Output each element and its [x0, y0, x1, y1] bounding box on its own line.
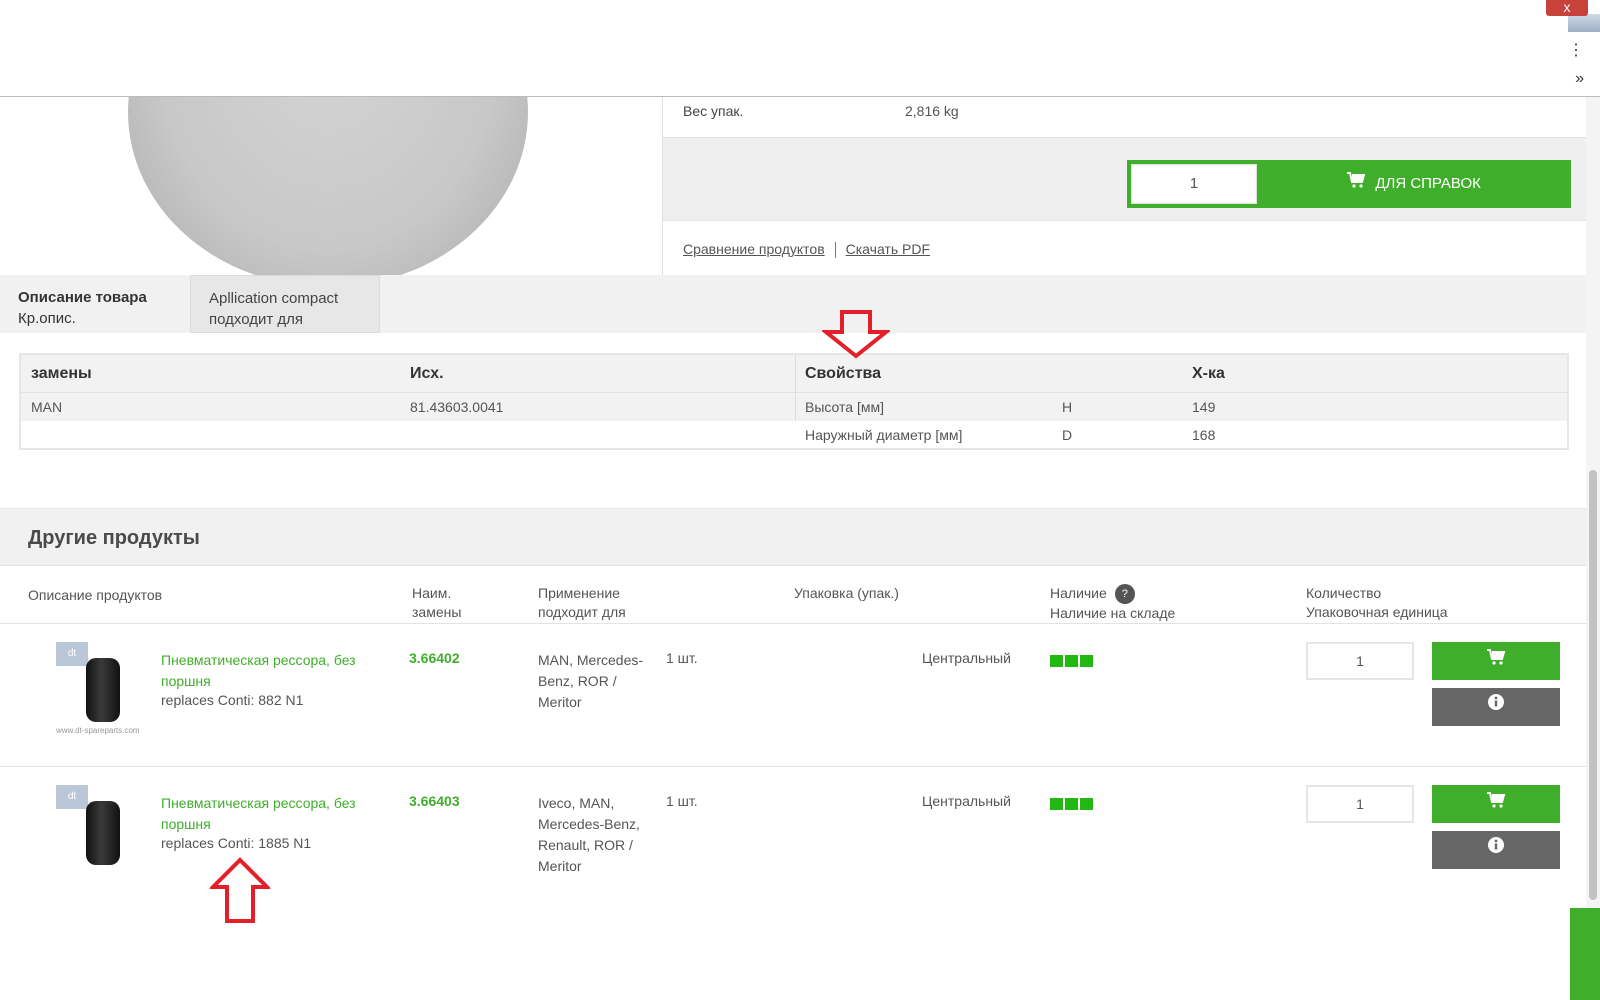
add-to-cart-label: ДЛЯ СПРАВОК — [1375, 175, 1481, 192]
add-to-cart-button[interactable]: ДЛЯ СПРАВОК — [1259, 162, 1569, 206]
product-number-link[interactable]: 3.66403 — [409, 793, 460, 809]
replacement-brand: MAN — [31, 399, 63, 415]
spec-table-header: замены Исх. Свойства Х-ка — [21, 355, 1567, 393]
column-number-line2: замены — [412, 604, 462, 620]
column-number-line1: Наим. — [412, 585, 452, 601]
cart-icon — [1347, 162, 1366, 206]
column-application: Применение подходит для — [538, 584, 626, 622]
stock-indicator — [1050, 797, 1095, 815]
info-icon — [1488, 694, 1504, 710]
replacement-number: 81.43603.0041 — [410, 399, 504, 415]
product-packaging: 1 шт. — [666, 793, 698, 809]
product-packaging: 1 шт. — [666, 650, 698, 666]
tab-application-subtitle: подходит для — [209, 311, 304, 328]
property-code: D — [1062, 427, 1073, 443]
column-divider — [795, 355, 796, 421]
air-spring-thumbnail — [86, 801, 120, 865]
header-properties: Свойства — [805, 364, 882, 382]
tab-application[interactable]: Apllication compact подходит для — [190, 275, 380, 333]
feedback-tab[interactable] — [1570, 908, 1600, 1000]
property-name: Наружный диаметр [мм] — [805, 427, 963, 443]
tab-application-title: Apllication compact — [209, 290, 339, 307]
air-spring-image — [128, 97, 528, 275]
product-thumbnail[interactable]: dt — [56, 781, 152, 881]
property-value: 149 — [1192, 399, 1216, 415]
product-replaces: replaces Conti: 882 N1 — [161, 692, 304, 708]
window-thumbnail — [1568, 14, 1600, 32]
add-to-cart-button[interactable] — [1432, 642, 1560, 680]
product-warehouse: Центральный — [922, 650, 1011, 666]
brand-logo-icon: dt — [56, 785, 88, 809]
annotation-arrow-down-icon — [822, 310, 890, 359]
property-name: Высота [мм] — [805, 399, 884, 415]
air-spring-thumbnail — [86, 658, 120, 722]
product-title-link[interactable]: Пневматическая рессора, без поршня — [161, 650, 391, 692]
quantity-input[interactable]: 1 — [1306, 642, 1414, 680]
quantity-input[interactable]: 1 — [1131, 164, 1257, 204]
window-close-button[interactable]: x — [1546, 0, 1588, 16]
product-application: Iveco, MAN, Mercedes-Benz, Renault, ROR … — [538, 795, 640, 874]
tab-description-title: Описание товара — [18, 289, 147, 306]
property-value: 168 — [1192, 427, 1216, 443]
info-button[interactable] — [1432, 831, 1560, 869]
info-icon — [1488, 837, 1504, 853]
info-button[interactable] — [1432, 688, 1560, 726]
brand-logo-icon: dt — [56, 642, 88, 666]
column-quantity-line1: Количество — [1306, 585, 1382, 601]
column-quantity-line2: Упаковочная единица — [1306, 604, 1448, 620]
weight-label: Вес упак. — [683, 103, 744, 119]
weight-value: 2,816 kg — [905, 103, 959, 119]
stock-indicator — [1050, 654, 1095, 672]
cart-icon — [1487, 649, 1506, 665]
product-image — [0, 97, 662, 275]
column-application-line1: Применение — [538, 585, 620, 601]
spec-table: замены Исх. Свойства Х-ка MAN 81.43603.0… — [19, 353, 1569, 450]
product-warehouse: Центральный — [922, 793, 1011, 809]
bookmarks-overflow-icon[interactable]: » — [1575, 70, 1584, 88]
product-application: MAN, Mercedes-Benz, ROR / Meritor — [538, 652, 644, 710]
watermark: www.dt-spareparts.com — [56, 726, 140, 735]
list-item: dt www.dt-spareparts.com Пневматическая … — [0, 624, 1586, 764]
column-availability: Наличие? Наличие на складе — [1050, 584, 1175, 623]
product-info-panel: Вес упак. 2,816 kg 1 ДЛЯ СПРАВОК Сравнен… — [662, 97, 1587, 275]
product-links: Сравнение продуктов Скачать PDF — [683, 241, 930, 259]
header-replacements: замены — [31, 364, 92, 382]
list-item: dt Пневматическая рессора, без поршня re… — [0, 767, 1586, 907]
column-packaging: Упаковка (упак.) — [794, 585, 899, 601]
browser-toolbar: x ⋮ » — [0, 0, 1600, 97]
other-products-title: Другие продукты — [28, 527, 200, 549]
table-row: MAN 81.43603.0041 Высота [мм] H 149 — [21, 393, 1567, 421]
column-availability-line2: Наличие на складе — [1050, 605, 1176, 622]
tab-description[interactable]: Описание товара Кр.опис. — [0, 275, 190, 333]
tab-description-subtitle: Кр.опис. — [18, 310, 76, 327]
column-application-line2: подходит для — [538, 604, 626, 620]
column-number: Наим. замены — [412, 584, 461, 622]
link-separator — [834, 242, 836, 259]
availability-help-icon[interactable]: ? — [1114, 584, 1135, 605]
add-to-cart-group: 1 ДЛЯ СПРАВОК — [1127, 160, 1571, 208]
product-tabs: Описание товара Кр.опис. Apllication com… — [0, 275, 1586, 333]
add-to-cart-button[interactable] — [1432, 785, 1560, 823]
product-title-link[interactable]: Пневматическая рессора, без поршня — [161, 793, 391, 835]
product-number-link[interactable]: 3.66402 — [409, 650, 460, 666]
cart-icon — [1487, 792, 1506, 808]
column-availability-line1: Наличие — [1050, 585, 1107, 601]
cart-box: 1 ДЛЯ СПРАВОК — [663, 137, 1587, 221]
other-products-header: Другие продукты — [0, 508, 1586, 566]
column-quantity: Количество Упаковочная единица — [1306, 584, 1448, 622]
header-original: Исх. — [410, 364, 444, 382]
column-description: Описание продуктов — [28, 587, 163, 603]
table-row: Наружный диаметр [мм] D 168 — [21, 421, 1567, 449]
scrollbar-thumb[interactable] — [1589, 470, 1597, 900]
property-code: H — [1062, 399, 1073, 415]
product-thumbnail[interactable]: dt www.dt-spareparts.com — [56, 638, 152, 738]
browser-menu-icon[interactable]: ⋮ — [1568, 40, 1584, 60]
header-characteristics: Х-ка — [1192, 364, 1225, 382]
download-pdf-link[interactable]: Скачать PDF — [846, 241, 930, 257]
product-replaces: replaces Conti: 1885 N1 — [161, 835, 312, 851]
quantity-input[interactable]: 1 — [1306, 785, 1414, 823]
compare-products-link[interactable]: Сравнение продуктов — [683, 241, 825, 257]
